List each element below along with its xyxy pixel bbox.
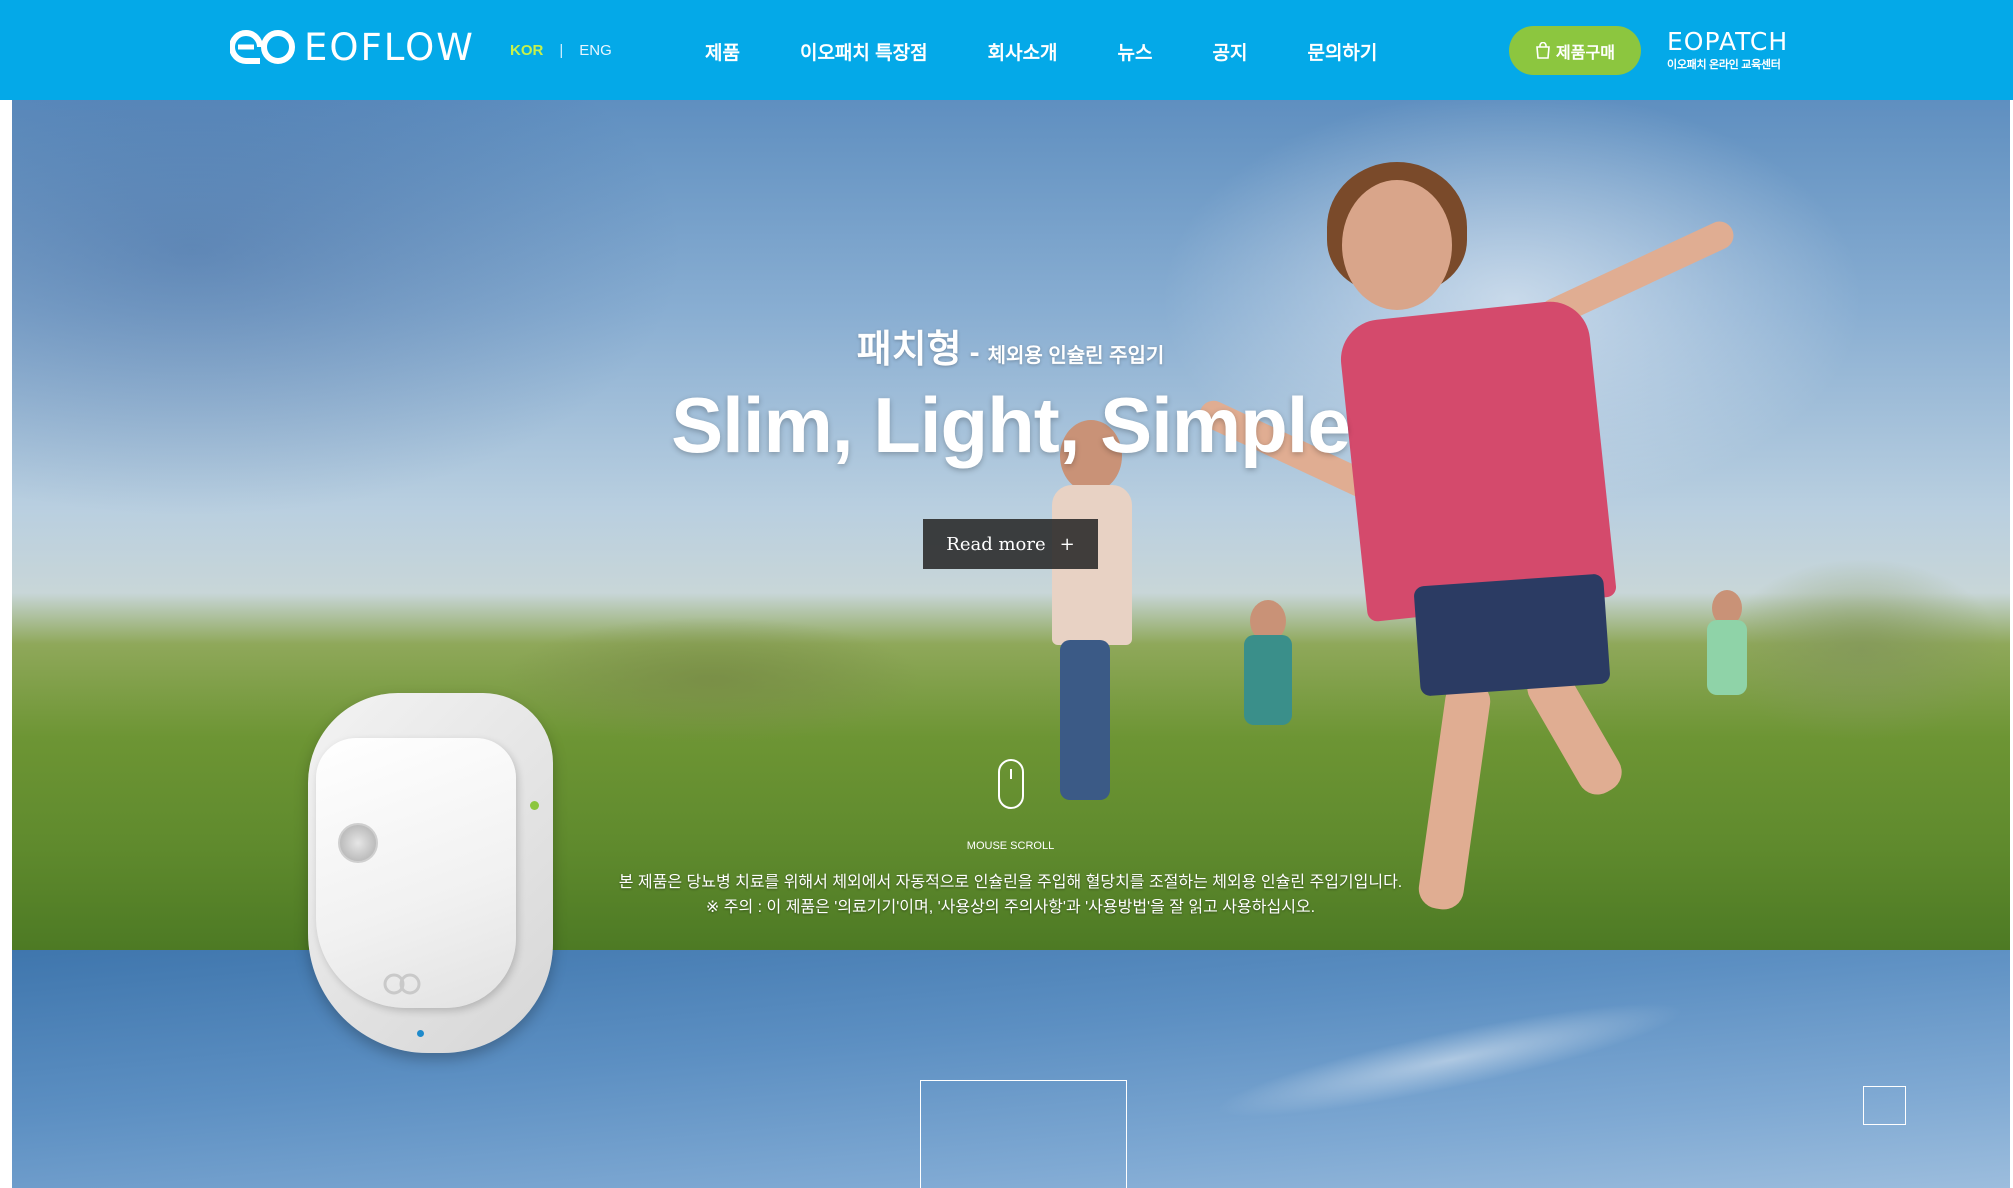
nav-item-products[interactable]: 제품 — [705, 38, 740, 65]
outline-frame — [920, 1080, 1127, 1188]
buy-product-button[interactable]: 제품구매 — [1509, 26, 1641, 75]
plus-icon: + — [1059, 533, 1075, 555]
eoflow-logo-icon — [383, 973, 421, 995]
nav-item-notice[interactable]: 공지 — [1213, 38, 1248, 65]
read-more-label: Read more — [946, 533, 1046, 555]
eopatch-education-link[interactable]: EOPATCH 이오패치 온라인 교육센터 — [1667, 27, 1789, 72]
eopatch-brand: EOPATCH — [1667, 27, 1789, 56]
top-header: EOFLOW KOR | ENG 제품 이오패치 특장점 회사소개 뉴스 공지 … — [0, 0, 2013, 100]
device-dot-icon — [417, 1030, 424, 1037]
mouse-scroll-label: MOUSE SCROLL — [966, 840, 1055, 852]
nav-item-contact[interactable]: 문의하기 — [1307, 38, 1377, 65]
background-trees-right — [1612, 520, 2010, 760]
hero-subtitle-dash: - — [969, 336, 980, 369]
mouse-wheel — [1010, 769, 1012, 779]
device-button-icon — [338, 823, 378, 863]
square-outline-icon[interactable] — [1863, 1086, 1906, 1125]
child-body — [1244, 635, 1292, 725]
eopatch-tagline: 이오패치 온라인 교육센터 — [1667, 59, 1781, 71]
hero-title: Slim, Light, Simple — [671, 381, 1351, 469]
hero-subtitle-main: 패치형 — [856, 329, 962, 371]
main-nav: 제품 이오패치 특장점 회사소개 뉴스 공지 문의하기 — [705, 38, 1437, 65]
nav-item-company[interactable]: 회사소개 — [988, 38, 1058, 65]
hero-caution: ※ 주의 : 이 제품은 '의료기기'이며, '사용상의 주의사항'과 '사용방… — [705, 899, 1316, 916]
hero-subtitle-small: 체외용 인슐린 주입기 — [987, 345, 1165, 367]
read-more-button[interactable]: Read more + — [923, 519, 1098, 569]
lang-kor[interactable]: KOR — [510, 42, 543, 59]
eopatch-device-image — [308, 693, 558, 1058]
hero-subtitle: 패치형 - 체외용 인슐린 주입기 — [0, 318, 2013, 373]
nav-item-features[interactable]: 이오패치 특장점 — [800, 38, 928, 65]
nav-item-news[interactable]: 뉴스 — [1118, 38, 1153, 65]
logo-text: EOFLOW — [304, 25, 475, 69]
eoflow-logo[interactable]: EOFLOW — [230, 25, 475, 69]
buy-button-label: 제품구매 — [1556, 44, 1615, 62]
child-legs — [1060, 640, 1110, 800]
girl-skirt — [1413, 573, 1611, 697]
hero-description: 본 제품은 당뇨병 치료를 위해서 체외에서 자동적으로 인슐린을 주입해 혈당… — [618, 874, 1403, 891]
lang-separator: | — [559, 42, 564, 59]
eoflow-logo-icon — [230, 30, 295, 64]
girl-head — [1342, 180, 1452, 310]
language-switcher: KOR | ENG — [510, 42, 612, 59]
child-body — [1707, 620, 1747, 695]
shopping-bag-icon — [1536, 42, 1550, 59]
device-led-icon — [530, 801, 539, 810]
device-body — [316, 738, 516, 1008]
lang-eng[interactable]: ENG — [579, 42, 612, 59]
mouse-scroll-icon[interactable] — [998, 759, 1024, 809]
